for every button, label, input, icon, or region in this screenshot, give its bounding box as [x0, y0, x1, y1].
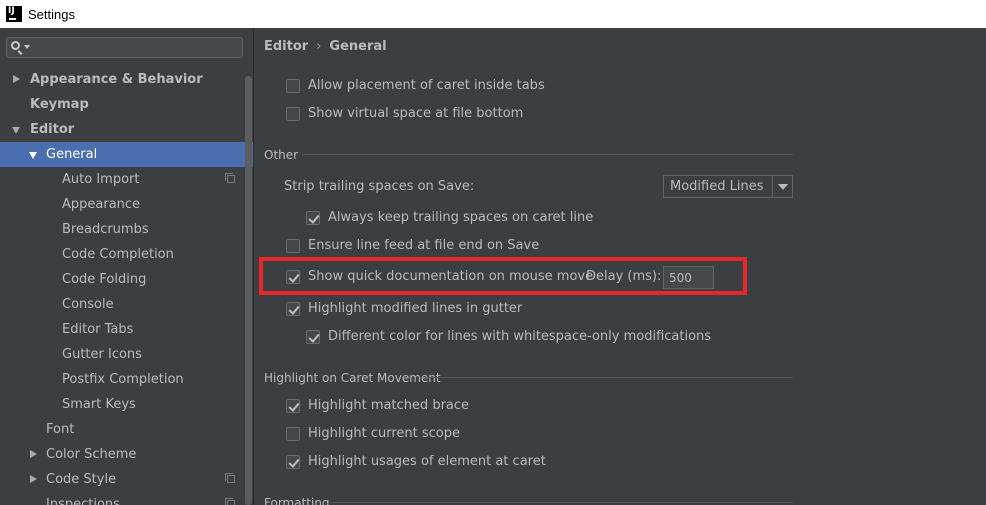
current-scope-checkbox[interactable]: [286, 427, 300, 441]
sidebar-item-label: Inspections: [46, 497, 120, 505]
keep-trailing-label: Always keep trailing spaces on caret lin…: [328, 210, 594, 225]
breadcrumb-parent[interactable]: Editor: [264, 39, 308, 54]
chevron-down-icon[interactable]: [778, 184, 788, 190]
virtual-space-label: Show virtual space at file bottom: [308, 106, 524, 121]
sidebar-item-color-scheme[interactable]: Color Scheme: [0, 442, 253, 467]
strip-trailing-label: Strip trailing spaces on Save:: [284, 179, 475, 194]
sidebar-item-label: Code Completion: [62, 247, 174, 262]
whitespace-color-checkbox[interactable]: [306, 330, 320, 344]
sidebar-item-label: Gutter Icons: [62, 347, 142, 362]
sidebar-item-console[interactable]: Console: [0, 292, 253, 317]
allow-caret-tabs-checkbox[interactable]: [286, 79, 300, 93]
project-settings-icon: [225, 473, 235, 483]
whitespace-color-label: Different color for lines with whitespac…: [328, 329, 712, 344]
sidebar-item-label: General: [46, 147, 98, 162]
sidebar-item-label: Appearance & Behavior: [30, 72, 203, 87]
sidebar-item-label: Console: [62, 297, 114, 312]
sidebar-item-code-folding[interactable]: Code Folding: [0, 267, 253, 292]
sidebar-item-gutter-icons[interactable]: Gutter Icons: [0, 342, 253, 367]
allow-caret-tabs-label: Allow placement of caret inside tabs: [308, 78, 545, 93]
strip-trailing-value: Modified Lines: [670, 179, 764, 194]
virtual-space-checkbox[interactable]: [286, 107, 300, 121]
current-scope-label: Highlight current scope: [308, 426, 460, 441]
section-divider: [426, 377, 793, 378]
sidebar-item-appearance-behavior[interactable]: Appearance & Behavior: [0, 67, 253, 92]
matched-brace-label: Highlight matched brace: [308, 398, 470, 413]
search-input[interactable]: [6, 37, 243, 58]
sidebar-item-label: Smart Keys: [62, 397, 136, 412]
sidebar-item-breadcrumbs[interactable]: Breadcrumbs: [0, 217, 253, 242]
line-feed-checkbox[interactable]: [286, 239, 300, 253]
sidebar-item-label: Editor Tabs: [62, 322, 134, 337]
sidebar-item-font[interactable]: Font: [0, 417, 253, 442]
breadcrumb: Editor › General: [264, 39, 387, 54]
title-bar: IJ Settings: [0, 0, 986, 28]
sidebar-item-label: Postfix Completion: [62, 372, 184, 387]
expand-arrow-icon[interactable]: [13, 75, 20, 83]
sidebar-item-label: Code Style: [46, 472, 117, 487]
sidebar-item-code-completion[interactable]: Code Completion: [0, 242, 253, 267]
intellij-logo-icon: IJ: [6, 6, 22, 22]
breadcrumb-current: General: [329, 39, 387, 54]
sidebar-item-inspections[interactable]: Inspections: [0, 492, 253, 505]
highlight-modified-checkbox[interactable]: [286, 302, 300, 316]
sidebar-item-label: Keymap: [30, 97, 89, 112]
expand-arrow-icon[interactable]: [30, 475, 37, 483]
sidebar-item-label: Color Scheme: [46, 447, 137, 462]
sidebar-item-editor[interactable]: Editor: [0, 117, 253, 142]
highlight-modified-label: Highlight modified lines in gutter: [308, 301, 523, 316]
matched-brace-checkbox[interactable]: [286, 399, 300, 413]
sidebar-item-general[interactable]: General: [0, 142, 253, 167]
sidebar-item-label: Breadcrumbs: [62, 222, 149, 237]
window-title: Settings: [28, 6, 75, 22]
expand-arrow-icon[interactable]: [30, 450, 37, 458]
strip-trailing-select[interactable]: Modified Lines: [663, 175, 793, 198]
usages-label: Highlight usages of element at caret: [308, 454, 546, 469]
line-feed-label: Ensure line feed at file end on Save: [308, 238, 540, 253]
sidebar-item-smart-keys[interactable]: Smart Keys: [0, 392, 253, 417]
project-settings-icon: [225, 173, 235, 183]
sidebar-item-label: Code Folding: [62, 272, 147, 287]
settings-sidebar: Appearance & Behavior Keymap Editor Gene…: [0, 28, 253, 505]
section-divider: [332, 502, 793, 503]
search-history-dropdown-icon[interactable]: [24, 45, 30, 49]
sidebar-item-auto-import[interactable]: Auto Import: [0, 167, 253, 192]
section-formatting-title: Formatting: [264, 496, 330, 505]
section-divider: [302, 154, 793, 155]
project-settings-icon: [225, 498, 235, 505]
sidebar-item-label: Auto Import: [62, 172, 140, 187]
sidebar-item-label: Editor: [30, 122, 75, 137]
annotation-highlight-box: [259, 257, 747, 295]
sidebar-scrollbar[interactable]: [245, 76, 252, 505]
sidebar-item-appearance[interactable]: Appearance: [0, 192, 253, 217]
section-other-title: Other: [264, 148, 299, 162]
usages-checkbox[interactable]: [286, 455, 300, 469]
settings-content: Editor › General Allow placement of caret …: [254, 28, 986, 505]
sidebar-item-keymap[interactable]: Keymap: [0, 92, 253, 117]
keep-trailing-checkbox[interactable]: [306, 211, 320, 225]
search-icon: [11, 41, 20, 50]
section-caret-title: Highlight on Caret Movement: [264, 371, 441, 385]
collapse-arrow-icon[interactable]: [29, 152, 37, 159]
sidebar-item-label: Appearance: [62, 197, 141, 212]
sidebar-item-postfix-completion[interactable]: Postfix Completion: [0, 367, 253, 392]
sidebar-item-code-style[interactable]: Code Style: [0, 467, 253, 492]
sidebar-item-label: Font: [46, 422, 75, 437]
collapse-arrow-icon[interactable]: [12, 127, 20, 134]
breadcrumb-separator: ›: [316, 39, 322, 54]
sidebar-item-editor-tabs[interactable]: Editor Tabs: [0, 317, 253, 342]
combo-separator: [772, 176, 773, 197]
